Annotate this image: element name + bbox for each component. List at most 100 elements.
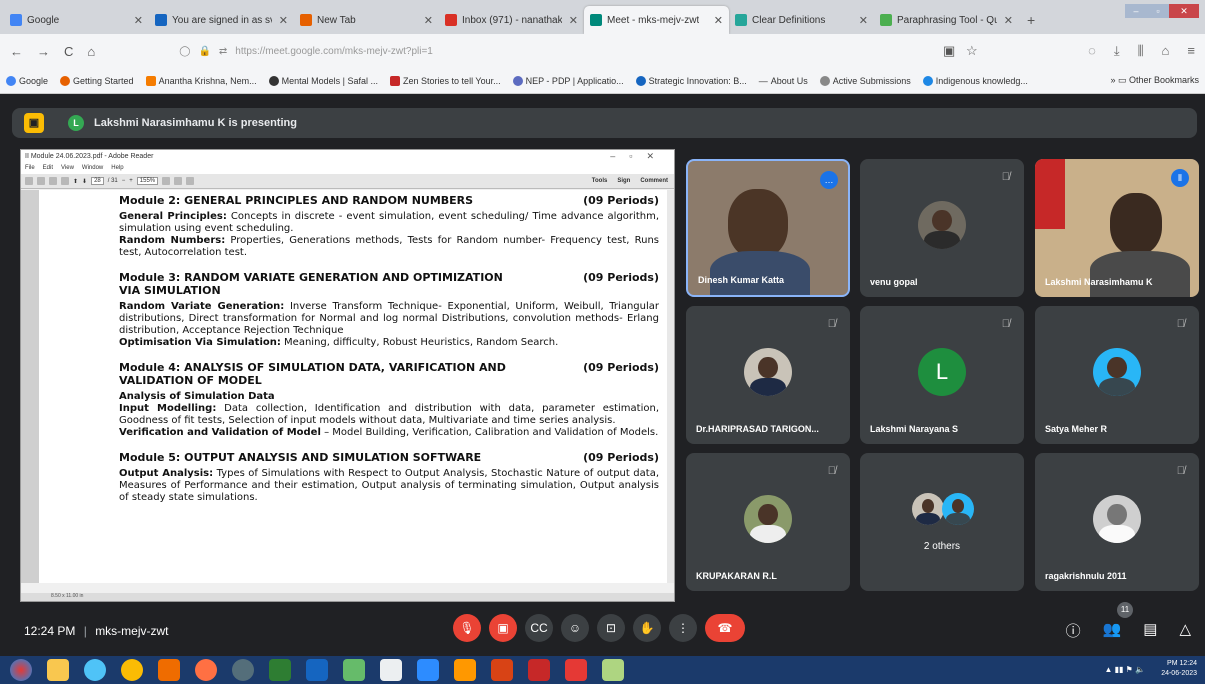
- bookmark-star-icon[interactable]: ☆: [966, 43, 978, 59]
- file-explorer-icon[interactable]: [47, 659, 69, 681]
- page-number-field[interactable]: 28: [91, 177, 104, 185]
- bookmark-item[interactable]: Active Submissions: [819, 75, 911, 86]
- bookmark-item[interactable]: Indigenous knowledg...: [922, 75, 1028, 86]
- excel-icon[interactable]: [269, 659, 291, 681]
- bookmark-item[interactable]: Getting Started: [60, 75, 134, 86]
- participant-tile[interactable]: … Dinesh Kumar Katta: [686, 159, 850, 297]
- participant-tile[interactable]: ⦀ Lakshmi Narasimhamu K: [1035, 159, 1199, 297]
- system-tray[interactable]: ▲ ▮▮ ⚑ 🔈: [1104, 665, 1145, 674]
- close-tab-icon[interactable]: ✕: [279, 14, 288, 27]
- zoom-in-icon[interactable]: +: [129, 178, 133, 184]
- activities-icon[interactable]: △: [1179, 620, 1191, 641]
- present-button[interactable]: ⊡: [597, 614, 625, 642]
- print-icon[interactable]: [37, 177, 45, 185]
- chat-icon[interactable]: ▤: [1143, 620, 1157, 641]
- bookmark-item[interactable]: Strategic Innovation: B...: [635, 75, 747, 86]
- sign-tab[interactable]: Sign: [617, 178, 630, 184]
- comment-icon[interactable]: [186, 177, 195, 185]
- participant-tile[interactable]: 🎙̸ ragakrishnulu 2011: [1035, 453, 1199, 591]
- minimize-icon[interactable]: –: [1125, 4, 1147, 18]
- browser-tab[interactable]: Paraphrasing Tool - Quil ✕: [874, 6, 1019, 34]
- pdf-menu-item[interactable]: Help: [111, 165, 123, 173]
- pen-icon[interactable]: [343, 659, 365, 681]
- pdf-scrollbar[interactable]: [667, 190, 674, 583]
- document-icon[interactable]: [380, 659, 402, 681]
- browser-tab-active[interactable]: Meet - mks-mejv-zwt ✕: [584, 6, 729, 34]
- pdf-navigation-pane[interactable]: [21, 190, 39, 583]
- email-icon[interactable]: [61, 177, 69, 185]
- media-player-icon[interactable]: [232, 659, 254, 681]
- info-icon[interactable]: ⓘ: [1066, 620, 1081, 641]
- chrome-icon[interactable]: [121, 659, 143, 681]
- vlc-icon[interactable]: [454, 659, 476, 681]
- zoom-icon[interactable]: [417, 659, 439, 681]
- tools-tab[interactable]: Tools: [592, 178, 608, 184]
- reader-view-icon[interactable]: ▣: [943, 43, 955, 59]
- reload-icon[interactable]: C: [64, 44, 73, 59]
- close-tab-icon[interactable]: ✕: [134, 14, 143, 27]
- ie-icon[interactable]: [84, 659, 106, 681]
- home-icon[interactable]: ⌂: [87, 44, 95, 59]
- back-icon[interactable]: ←: [10, 44, 23, 59]
- more-options-button[interactable]: ⋮: [669, 614, 697, 642]
- close-tab-icon[interactable]: ✕: [859, 14, 868, 27]
- close-tab-icon[interactable]: ✕: [424, 14, 433, 27]
- participant-tile[interactable]: 🎙̸ KRUPAKARAN R.L: [686, 453, 850, 591]
- participant-tile[interactable]: 🎙̸ venu gopal: [860, 159, 1024, 297]
- next-page-icon[interactable]: ⬇: [82, 178, 87, 185]
- fit-page-icon[interactable]: [162, 177, 171, 185]
- browser-tab[interactable]: Clear Definitions ✕: [729, 6, 874, 34]
- open-icon[interactable]: [25, 177, 33, 185]
- account-icon[interactable]: ⌂: [1162, 43, 1170, 59]
- save-icon[interactable]: [49, 177, 57, 185]
- browser-tab[interactable]: New Tab ✕: [294, 6, 439, 34]
- prev-page-icon[interactable]: ⬆: [73, 178, 78, 185]
- browser-tab[interactable]: You are signed in as sver ✕: [149, 6, 294, 34]
- forward-icon[interactable]: →: [37, 44, 50, 59]
- new-tab-icon[interactable]: +: [1027, 12, 1035, 28]
- library-icon[interactable]: ⫼: [1138, 43, 1144, 59]
- pdf-menu-item[interactable]: View: [61, 165, 74, 173]
- bookmark-item[interactable]: NEP - PDP | Applicatio...: [512, 75, 624, 86]
- bookmark-item[interactable]: Mental Models | Safal ...: [268, 75, 378, 86]
- address-bar[interactable]: ◯ 🔒 ⇄ https://meet.google.com/mks-mejv-z…: [179, 46, 959, 57]
- word-icon[interactable]: [306, 659, 328, 681]
- bookmark-item[interactable]: Google: [6, 75, 48, 86]
- mic-off-button[interactable]: 🎙: [453, 614, 481, 642]
- browser-tab[interactable]: Google ✕: [4, 6, 149, 34]
- powerpoint-icon[interactable]: [491, 659, 513, 681]
- close-tab-icon[interactable]: ✕: [1004, 14, 1013, 27]
- firefox-icon[interactable]: [195, 659, 217, 681]
- zoom-out-icon[interactable]: −: [122, 178, 126, 184]
- participant-tile[interactable]: 🎙̸ Dr.HARIPRASAD TARIGON...: [686, 306, 850, 444]
- captions-button[interactable]: CC: [525, 614, 553, 642]
- comment-tab[interactable]: Comment: [640, 178, 668, 184]
- zoom-field[interactable]: 155%: [136, 177, 159, 185]
- taskbar-clock[interactable]: PM 12:24 24-06-2023: [1161, 659, 1197, 679]
- participant-tile[interactable]: 🎙̸ L Lakshmi Narayana S: [860, 306, 1024, 444]
- participant-tile[interactable]: 🎙̸ Satya Meher R: [1035, 306, 1199, 444]
- office-icon[interactable]: [158, 659, 180, 681]
- bookmark-item[interactable]: Anantha Krishna, Nem...: [145, 75, 257, 86]
- browser-tab[interactable]: Inbox (971) - nanathakris ✕: [439, 6, 584, 34]
- pocket-icon[interactable]: ◌: [1088, 43, 1096, 59]
- more-options-icon[interactable]: …: [820, 171, 838, 189]
- close-tab-icon[interactable]: ✕: [714, 14, 723, 27]
- fit-width-icon[interactable]: [174, 177, 183, 185]
- close-window-icon[interactable]: ✕: [1169, 4, 1199, 18]
- bookmark-item[interactable]: Zen Stories to tell Your...: [390, 75, 501, 86]
- other-bookmarks[interactable]: » ▭ Other Bookmarks: [1110, 75, 1199, 86]
- emoji-button[interactable]: ☺: [561, 614, 589, 642]
- maximize-icon[interactable]: ▫: [1147, 4, 1169, 18]
- people-icon[interactable]: 👥: [1103, 620, 1122, 641]
- permissions-icon[interactable]: ⇄: [219, 46, 227, 57]
- pdf-menu-item[interactable]: Edit: [43, 165, 53, 173]
- acrobat-icon[interactable]: [528, 659, 550, 681]
- close-tab-icon[interactable]: ✕: [569, 14, 578, 27]
- menu-icon[interactable]: ≡: [1187, 43, 1195, 59]
- bookmark-item[interactable]: — About Us: [759, 76, 808, 86]
- leave-call-button[interactable]: ☎: [705, 614, 745, 642]
- download-icon[interactable]: ⤓: [1114, 43, 1120, 59]
- start-icon[interactable]: [10, 659, 32, 681]
- url-text[interactable]: https://meet.google.com/mks-mejv-zwt?pli…: [235, 46, 433, 57]
